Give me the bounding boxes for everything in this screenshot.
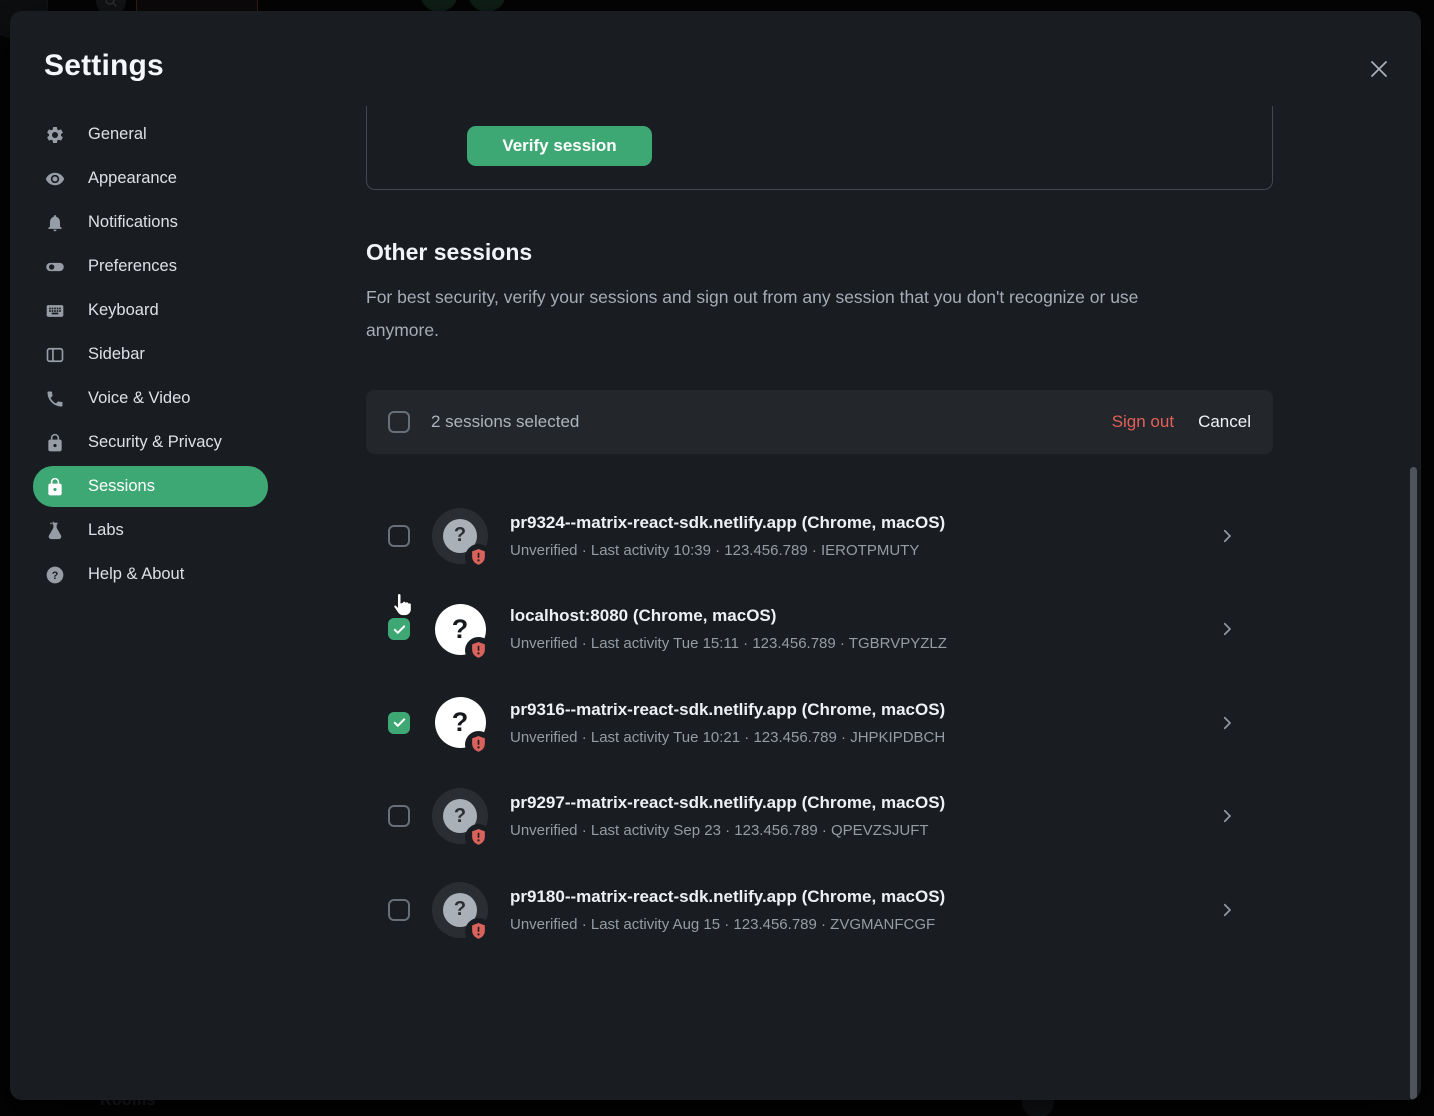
session-avatar: ? bbox=[432, 508, 488, 564]
sidebar-item-general[interactable]: General bbox=[33, 114, 268, 155]
session-checkbox[interactable] bbox=[388, 618, 410, 640]
sidebar-item-label: Appearance bbox=[88, 169, 177, 188]
sidebar-item-label: Voice & Video bbox=[88, 389, 190, 408]
sidebar-item-label: Keyboard bbox=[88, 301, 159, 320]
close-button[interactable] bbox=[1359, 51, 1399, 91]
session-checkbox[interactable] bbox=[388, 712, 410, 734]
eye-icon bbox=[45, 169, 65, 189]
sidebar-item-label: Labs bbox=[88, 521, 124, 540]
sidebar-item-keyboard[interactable]: Keyboard bbox=[33, 290, 268, 331]
session-avatar: ? bbox=[432, 601, 488, 657]
session-name: pr9180--matrix-react-sdk.netlify.app (Ch… bbox=[510, 887, 1218, 907]
sidebar-item-voice-video[interactable]: Voice & Video bbox=[33, 378, 268, 419]
select-all-checkbox[interactable] bbox=[388, 411, 410, 433]
sidebar-item-label: Security & Privacy bbox=[88, 433, 222, 452]
toggle-icon bbox=[45, 257, 65, 277]
session-name: localhost:8080 (Chrome, macOS) bbox=[510, 606, 1218, 626]
chevron-right-icon[interactable] bbox=[1218, 901, 1236, 919]
sessions-list: ? pr9324--matrix-react-sdk.netlify.app (… bbox=[366, 498, 1273, 947]
session-name: pr9297--matrix-react-sdk.netlify.app (Ch… bbox=[510, 793, 1218, 813]
chevron-right-icon[interactable] bbox=[1218, 714, 1236, 732]
chevron-right-icon[interactable] bbox=[1218, 807, 1236, 825]
session-checkbox[interactable] bbox=[388, 805, 410, 827]
session-name: pr9324--matrix-react-sdk.netlify.app (Ch… bbox=[510, 513, 1218, 533]
sidebar-item-label: Help & About bbox=[88, 565, 184, 584]
chevron-right-icon[interactable] bbox=[1218, 527, 1236, 545]
chevron-right-icon[interactable] bbox=[1218, 620, 1236, 638]
sidebar-item-label: General bbox=[88, 125, 147, 144]
lock-icon bbox=[45, 433, 65, 453]
unverified-shield-icon bbox=[465, 731, 492, 758]
sidebar-item-labs[interactable]: Labs bbox=[33, 510, 268, 551]
sidebar-item-help-about[interactable]: ? Help & About bbox=[33, 554, 268, 595]
session-row[interactable]: ? pr9316--matrix-react-sdk.netlify.app (… bbox=[366, 685, 1273, 760]
other-sessions-heading: Other sessions bbox=[366, 239, 532, 266]
settings-dialog: Settings General Appearance Notification… bbox=[10, 11, 1421, 1100]
flask-icon bbox=[45, 521, 65, 541]
session-row[interactable]: ? pr9324--matrix-react-sdk.netlify.app (… bbox=[366, 498, 1273, 573]
unverified-shield-icon bbox=[465, 918, 492, 945]
help-icon: ? bbox=[45, 565, 65, 585]
layout-icon bbox=[45, 345, 65, 365]
sidebar-item-notifications[interactable]: Notifications bbox=[33, 202, 268, 243]
settings-main-panel: Verify session Other sessions For best s… bbox=[366, 11, 1273, 1100]
session-row[interactable]: ? pr9180--matrix-react-sdk.netlify.app (… bbox=[366, 872, 1273, 947]
session-checkbox[interactable] bbox=[388, 525, 410, 547]
bell-icon bbox=[45, 213, 65, 233]
other-sessions-description: For best security, verify your sessions … bbox=[366, 281, 1196, 347]
verify-session-button[interactable]: Verify session bbox=[467, 126, 652, 166]
close-icon bbox=[1367, 57, 1391, 86]
vertical-scrollbar[interactable] bbox=[1410, 467, 1417, 1100]
sidebar-item-preferences[interactable]: Preferences bbox=[33, 246, 268, 287]
session-avatar: ? bbox=[432, 882, 488, 938]
sign-out-button[interactable]: Sign out bbox=[1112, 412, 1174, 432]
sidebar-item-sessions[interactable]: Sessions bbox=[33, 466, 268, 507]
session-details: Unverified · Last activity Tue 10:21 · 1… bbox=[510, 729, 1218, 746]
unverified-shield-icon bbox=[465, 544, 492, 571]
dialog-title: Settings bbox=[44, 49, 164, 83]
session-avatar: ? bbox=[432, 695, 488, 751]
cancel-button[interactable]: Cancel bbox=[1198, 412, 1251, 432]
svg-text:?: ? bbox=[52, 569, 59, 581]
gear-icon bbox=[45, 125, 65, 145]
session-details: Unverified · Last activity Sep 23 · 123.… bbox=[510, 822, 1218, 839]
session-details: Unverified · Last activity Aug 15 · 123.… bbox=[510, 916, 1218, 933]
session-checkbox[interactable] bbox=[388, 899, 410, 921]
sidebar-item-security-privacy[interactable]: Security & Privacy bbox=[33, 422, 268, 463]
selection-status: 2 sessions selected bbox=[431, 412, 1112, 432]
unverified-shield-icon bbox=[465, 637, 492, 664]
keyboard-icon bbox=[45, 301, 65, 321]
session-name: pr9316--matrix-react-sdk.netlify.app (Ch… bbox=[510, 700, 1218, 720]
session-avatar: ? bbox=[432, 788, 488, 844]
session-row[interactable]: ? localhost:8080 (Chrome, macOS) Unverif… bbox=[366, 592, 1273, 667]
sidebar-item-label: Notifications bbox=[88, 213, 178, 232]
settings-sidebar: General Appearance Notifications Prefere… bbox=[33, 114, 268, 595]
sidebar-item-appearance[interactable]: Appearance bbox=[33, 158, 268, 199]
lock-icon bbox=[45, 477, 65, 497]
sidebar-item-label: Sidebar bbox=[88, 345, 145, 364]
phone-icon bbox=[45, 389, 65, 409]
session-details: Unverified · Last activity 10:39 · 123.4… bbox=[510, 542, 1218, 559]
sidebar-item-label: Sessions bbox=[88, 477, 155, 496]
session-row[interactable]: ? pr9297--matrix-react-sdk.netlify.app (… bbox=[366, 779, 1273, 854]
sidebar-item-label: Preferences bbox=[88, 257, 177, 276]
selection-bar: 2 sessions selected Sign out Cancel bbox=[366, 390, 1273, 454]
session-details: Unverified · Last activity Tue 15:11 · 1… bbox=[510, 635, 1218, 652]
current-session-card: Verify session bbox=[366, 106, 1273, 190]
sidebar-item-sidebar[interactable]: Sidebar bbox=[33, 334, 268, 375]
unverified-shield-icon bbox=[465, 824, 492, 851]
